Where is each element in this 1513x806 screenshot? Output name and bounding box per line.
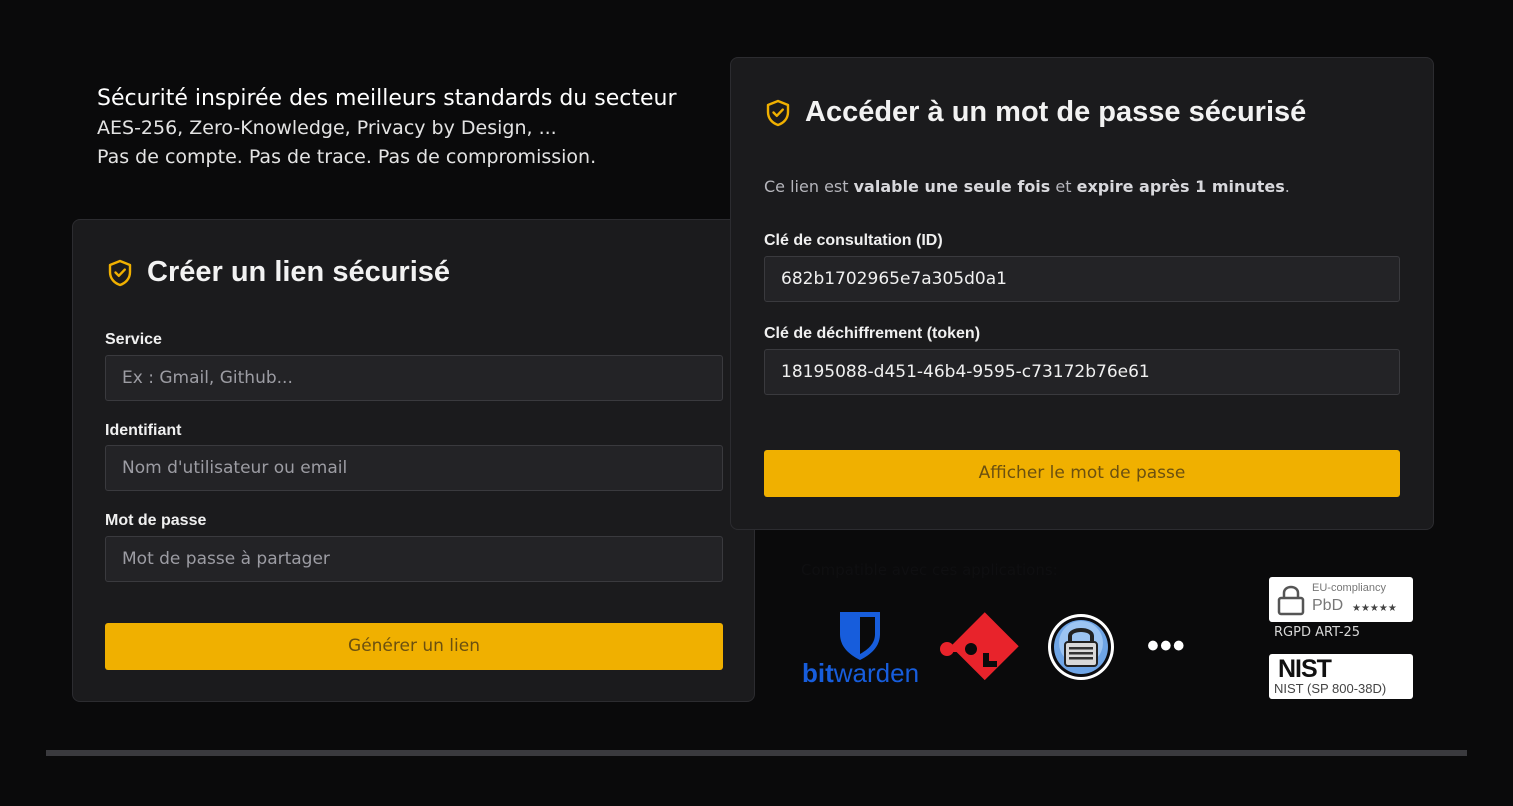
nist-caption: NIST (SP 800-38D) [1274, 681, 1387, 696]
more-apps-ellipsis: ••• [1147, 627, 1186, 665]
pbd-badge: EU-compliancy PbD ★★★★★ [1269, 577, 1413, 622]
create-card-title-text: Créer un lien sécurisé [147, 256, 451, 288]
bitwarden-wordmark-bit: bit [802, 658, 834, 688]
password-label: Mot de passe [105, 512, 207, 529]
password-input[interactable]: Mot de passe à partager [105, 536, 723, 582]
service-label: Service [105, 331, 162, 348]
id-input[interactable]: 682b1702965e7a305d0a1 [764, 256, 1400, 302]
notice-prefix: Ce lien est [764, 177, 854, 196]
shield-check-icon [107, 259, 133, 287]
intro-block: Sécurité inspirée des meilleurs standard… [97, 84, 717, 172]
notice-suffix: . [1284, 177, 1290, 196]
notice-mid: et [1050, 177, 1077, 196]
nist-badge: NIST NIST (SP 800-38D) [1269, 654, 1413, 699]
pbd-caption: RGPD ART-25 [1274, 625, 1361, 640]
bitwarden-logo: bitwarden [802, 612, 920, 688]
git-key-logo [939, 612, 1019, 684]
intro-tagline: Pas de compte. Pas de trace. Pas de comp… [97, 146, 597, 168]
id-label: Clé de consultation (ID) [764, 232, 943, 249]
notice-single-use: valable une seule fois [853, 177, 1051, 196]
access-card-title-text: Accéder à un mot de passe sécurisé [805, 96, 1307, 128]
lock-icon [1276, 584, 1306, 621]
bitwarden-wordmark-warden: warden [833, 658, 920, 688]
link-expiry-notice: Ce lien est valable une seule fois et ex… [764, 177, 1290, 196]
pbd-badge-top: EU-compliancy [1312, 582, 1386, 594]
create-link-card: Créer un lien sécurisé Service Ex : Gmai… [72, 219, 755, 702]
identifier-input[interactable]: Nom d'utilisateur ou email [105, 445, 723, 491]
notice-expiry: expire après 1 minutes [1076, 177, 1285, 196]
pbd-badge-main: PbD [1312, 597, 1344, 614]
intro-headline: Sécurité inspirée des meilleurs standard… [97, 86, 677, 111]
compat-caption: Compatible avec ces applications: [801, 561, 1058, 579]
token-label: Clé de déchiffrement (token) [764, 325, 981, 342]
shield-check-icon [765, 99, 791, 127]
access-password-card: Accéder à un mot de passe sécurisé Ce li… [730, 57, 1434, 530]
keepass-lock-icon [1048, 614, 1114, 680]
nist-logo: NIST [1278, 655, 1332, 683]
footer-divider [46, 750, 1467, 756]
token-input[interactable]: 18195088-d451-46b4-9595-c73172b76e61 [764, 349, 1400, 395]
generate-link-button[interactable]: Générer un lien [105, 623, 723, 670]
intro-standards-line: AES-256, Zero-Knowledge, Privacy by Desi… [97, 117, 557, 139]
bitwarden-wordmark: bitwarden [802, 658, 919, 688]
service-input[interactable]: Ex : Gmail, Github... [105, 355, 723, 401]
access-card-title: Accéder à un mot de passe sécurisé [765, 96, 1306, 129]
git-key-icon [940, 612, 1019, 681]
identifier-label: Identifiant [105, 422, 182, 439]
keepass-logo [1047, 613, 1115, 681]
pbd-badge-stars: ★★★★★ [1352, 603, 1397, 614]
create-card-title: Créer un lien sécurisé [107, 256, 450, 289]
show-password-button[interactable]: Afficher le mot de passe [764, 450, 1400, 497]
